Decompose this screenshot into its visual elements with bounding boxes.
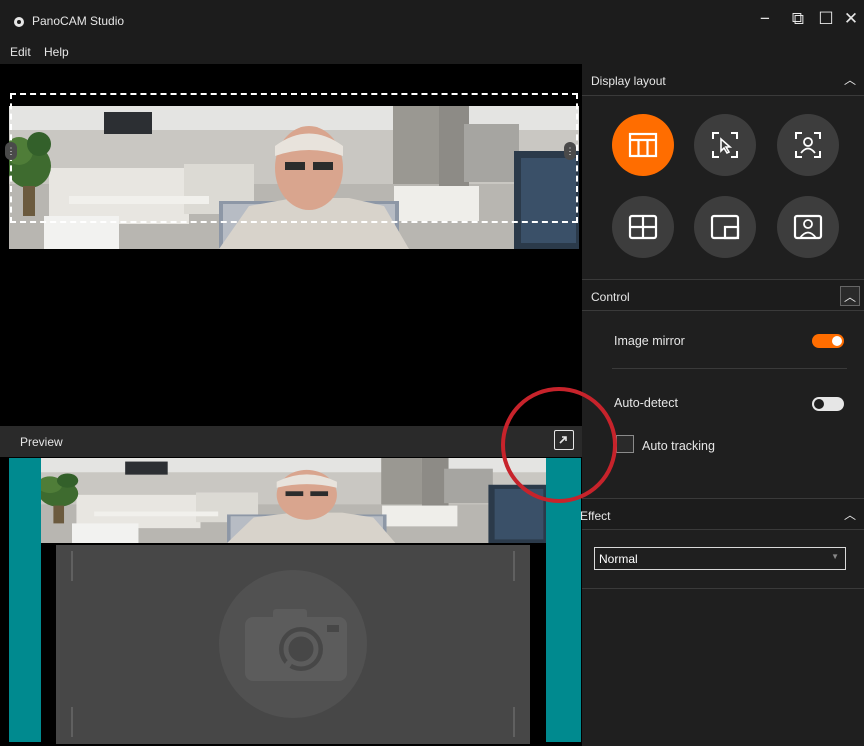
control-divider xyxy=(612,368,847,369)
collapse-control-button[interactable]: ︿ xyxy=(840,286,860,306)
minimize-button[interactable]: − xyxy=(752,8,778,30)
selection-frame[interactable] xyxy=(10,93,578,223)
preview-header: Preview xyxy=(0,426,582,457)
display-layout-header[interactable]: Display layout ︿ xyxy=(582,64,864,96)
highlight-annotation-circle xyxy=(501,387,617,503)
panorama-layout-icon xyxy=(628,132,658,158)
speaker-layout-button[interactable] xyxy=(777,196,839,258)
empty-video-placeholder xyxy=(56,545,530,744)
effect-select[interactable]: Normal ▼ xyxy=(594,547,846,570)
person-frame-icon xyxy=(795,132,821,158)
grid-quad-icon xyxy=(628,214,658,240)
left-resize-handle[interactable]: ⋮ xyxy=(5,142,17,160)
chevron-up-icon[interactable]: ︿ xyxy=(840,70,860,90)
speaker-portrait-icon xyxy=(793,214,823,240)
right-resize-handle[interactable]: ⋮ xyxy=(564,142,576,160)
manual-select-layout-button[interactable] xyxy=(694,114,756,176)
auto-detect-label: Auto-detect xyxy=(614,396,678,410)
quad-split-layout-button[interactable] xyxy=(612,196,674,258)
right-panel: Display layout ︿ Control ︿ Image mirror … xyxy=(580,64,864,746)
close-button[interactable]: ✕ xyxy=(838,8,864,30)
title-bar: PanoCAM Studio − ⧉ ☐ ✕ xyxy=(0,0,864,40)
menu-edit[interactable]: Edit xyxy=(10,45,31,59)
camera-icon xyxy=(245,609,347,681)
restore-button[interactable]: ⧉ xyxy=(785,8,811,30)
menu-bar: Edit Help xyxy=(0,40,864,64)
effect-divider xyxy=(582,588,864,589)
auto-tracking-label: Auto tracking xyxy=(642,439,715,453)
chevron-down-icon: ▼ xyxy=(831,552,839,561)
app-logo-icon xyxy=(14,17,24,27)
preview-label: Preview xyxy=(20,435,63,449)
effect-title: Effect xyxy=(580,509,611,523)
auto-tracking-checkbox[interactable] xyxy=(616,435,634,453)
control-title: Control xyxy=(591,290,630,304)
app-title: PanoCAM Studio xyxy=(32,14,125,28)
effect-header[interactable]: Effect ︿ xyxy=(580,498,864,530)
display-layout-title: Display layout xyxy=(591,74,666,88)
cursor-frame-icon xyxy=(712,132,738,158)
maximize-button[interactable]: ☐ xyxy=(813,8,839,30)
panorama-layout-button[interactable] xyxy=(612,114,674,176)
person-focus-layout-button[interactable] xyxy=(777,114,839,176)
chevron-up-icon[interactable]: ︿ xyxy=(840,505,860,525)
image-mirror-toggle[interactable] xyxy=(812,334,844,348)
control-header[interactable]: Control ︿ xyxy=(582,279,864,311)
preview-panorama-frame xyxy=(41,458,546,543)
image-mirror-label: Image mirror xyxy=(614,334,685,348)
effect-select-value: Normal xyxy=(599,552,638,566)
menu-help[interactable]: Help xyxy=(44,45,69,59)
auto-detect-toggle[interactable] xyxy=(812,397,844,411)
picture-in-picture-icon xyxy=(710,214,740,240)
picture-in-picture-layout-button[interactable] xyxy=(694,196,756,258)
